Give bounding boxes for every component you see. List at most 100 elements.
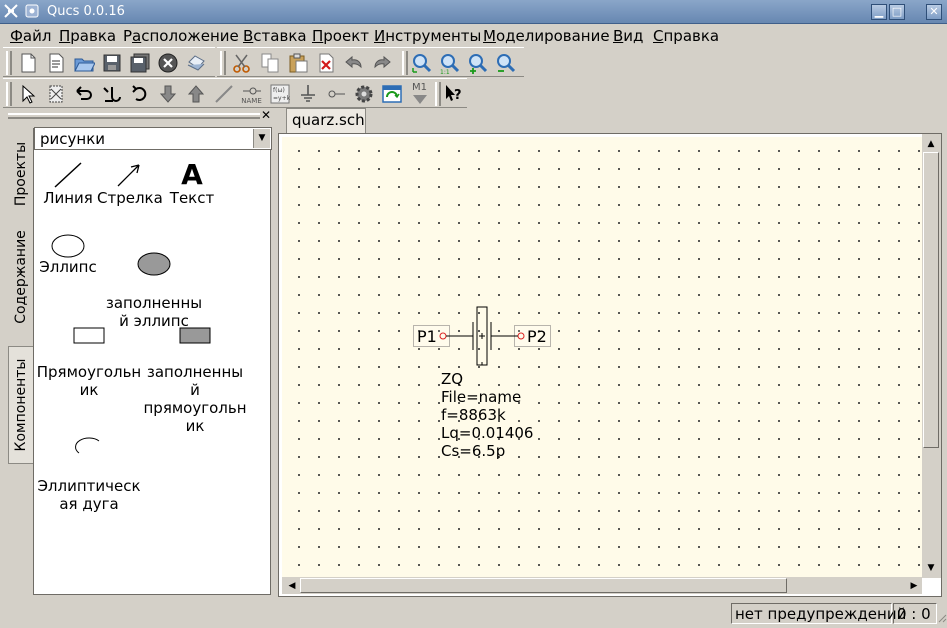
- simulate-icon[interactable]: [351, 82, 376, 106]
- minimize-button[interactable]: ▁: [871, 4, 887, 20]
- component-filled-rectangle[interactable]: заполненны й прямоугольн ик: [142, 307, 248, 453]
- component-line[interactable]: Линия: [38, 161, 98, 207]
- ellipse-icon: [51, 234, 85, 258]
- dock-close-icon[interactable]: ✕: [260, 109, 272, 121]
- component-ellipse[interactable]: Эллипс: [38, 234, 98, 276]
- save-all-icon[interactable]: [127, 51, 152, 75]
- toolbar-grip[interactable]: [220, 51, 226, 75]
- scroll-up-icon[interactable]: ▲: [923, 136, 939, 152]
- rotate-icon[interactable]: [127, 82, 152, 106]
- cursor-position: 0 : 0: [893, 603, 937, 624]
- tab-quarz-sch[interactable]: quarz.sch: [286, 108, 366, 133]
- menu-help[interactable]: Справка: [653, 27, 719, 45]
- new-icon[interactable]: [15, 51, 40, 75]
- window-title: Qucs 0.0.16: [47, 4, 125, 19]
- menu-tools[interactable]: Инструменты: [374, 27, 481, 45]
- ground-icon[interactable]: [295, 82, 320, 106]
- vertical-scroll-thumb[interactable]: [923, 152, 939, 448]
- warnings-status: нет предупреждений: [731, 603, 906, 624]
- open-icon[interactable]: [71, 51, 96, 75]
- edit-toolbar: 1:1: [217, 47, 524, 77]
- component-label: Эллипс: [39, 258, 97, 276]
- toolbar-grip[interactable]: [6, 82, 12, 106]
- move-down-icon[interactable]: [155, 82, 180, 106]
- close-button[interactable]: ✕: [926, 4, 942, 20]
- maximize-button[interactable]: □: [889, 4, 905, 20]
- cut-icon[interactable]: [229, 51, 254, 75]
- component-rectangle[interactable]: Прямоугольн ик: [36, 307, 142, 417]
- component-name[interactable]: ZQ: [441, 370, 463, 388]
- zoom-fit-icon[interactable]: [409, 51, 434, 75]
- port-label: P2: [527, 327, 547, 346]
- paste-icon[interactable]: [285, 51, 310, 75]
- toolbar-grip[interactable]: [402, 51, 408, 75]
- menu-simulation[interactable]: Моделирование: [483, 27, 610, 45]
- close-doc-icon[interactable]: [155, 51, 180, 75]
- zoom-out-icon[interactable]: [493, 51, 518, 75]
- filled-ellipse-icon: [137, 252, 171, 276]
- schematic-canvas[interactable]: [282, 137, 922, 577]
- property-file[interactable]: File=name: [441, 388, 521, 406]
- toolbar-grip[interactable]: [6, 51, 12, 75]
- wire-label-icon[interactable]: NAME: [239, 82, 264, 106]
- vertical-scrollbar[interactable]: ▲ ▼: [922, 134, 941, 578]
- menu-positioning[interactable]: Расположение: [123, 27, 239, 45]
- tab-components[interactable]: Компоненты: [8, 346, 33, 464]
- mirror-icon[interactable]: [43, 82, 68, 106]
- mirror-x-icon[interactable]: [71, 82, 96, 106]
- port-icon[interactable]: [323, 82, 348, 106]
- sticky-icon[interactable]: [24, 3, 40, 20]
- tab-projects[interactable]: Проекты: [8, 131, 33, 216]
- menu-insert[interactable]: Вставка: [243, 27, 307, 45]
- menu-bar: Файл Правка Расположение Вставка Проект …: [0, 25, 947, 47]
- menu-view[interactable]: Вид: [613, 27, 643, 45]
- move-up-icon[interactable]: [183, 82, 208, 106]
- status-bar: нет предупреждений 0 : 0: [0, 601, 947, 628]
- chevron-down-icon[interactable]: ▼: [253, 129, 270, 148]
- print-icon[interactable]: [183, 51, 208, 75]
- category-select[interactable]: рисунки ▼: [34, 127, 272, 150]
- component-text[interactable]: A Текст: [162, 161, 222, 208]
- property-cs[interactable]: Cs=6.5p: [441, 442, 505, 460]
- dock-handle[interactable]: [8, 113, 260, 119]
- property-frequency[interactable]: f=8863k: [441, 406, 506, 424]
- property-lq[interactable]: Lq=0.01406: [441, 424, 533, 442]
- horizontal-scroll-thumb[interactable]: [300, 578, 787, 593]
- scroll-right-icon[interactable]: ▶: [906, 578, 922, 594]
- whats-this-icon[interactable]: ?: [441, 82, 466, 106]
- arrow-icon: [117, 164, 140, 187]
- new-text-icon[interactable]: [43, 51, 68, 75]
- resize-grip-icon[interactable]: [937, 613, 947, 625]
- redo-icon[interactable]: [369, 51, 394, 75]
- delete-icon[interactable]: [313, 51, 338, 75]
- menu-edit[interactable]: Правка: [59, 27, 116, 45]
- equation-icon[interactable]: f(ω) =y+k: [267, 82, 292, 106]
- menu-project[interactable]: Проект: [312, 27, 369, 45]
- work-toolbar: NAME f(ω) =y+k M1 ?: [3, 78, 467, 108]
- select-icon[interactable]: [15, 82, 40, 106]
- component-elliptic-arc[interactable]: Эллиптическ ая дуга: [36, 417, 142, 531]
- zoom-in-icon[interactable]: [465, 51, 490, 75]
- svg-text:=y+k: =y+k: [273, 95, 291, 102]
- mirror-y-icon[interactable]: [99, 82, 124, 106]
- view-data-icon[interactable]: [379, 82, 404, 106]
- save-icon[interactable]: [99, 51, 124, 75]
- wire-icon[interactable]: [211, 82, 236, 106]
- svg-text:f(ω): f(ω): [273, 87, 285, 94]
- copy-icon[interactable]: [257, 51, 282, 75]
- scroll-left-icon[interactable]: ◀: [284, 578, 300, 594]
- marker-icon[interactable]: M1: [407, 82, 432, 106]
- tab-contents[interactable]: Содержание: [8, 221, 33, 333]
- menu-file[interactable]: Файл: [10, 27, 51, 45]
- port-label: P1: [417, 327, 437, 346]
- undo-icon[interactable]: [341, 51, 366, 75]
- title-bar: Qucs 0.0.16 ▁ □ ✕: [0, 0, 947, 24]
- component-arrow[interactable]: Стрелка: [97, 161, 163, 207]
- horizontal-scrollbar[interactable]: ◀ ▶: [282, 577, 922, 594]
- line-icon: [54, 162, 82, 188]
- app-menu-icon[interactable]: [3, 3, 19, 20]
- crystal-symbol[interactable]: [436, 302, 528, 370]
- scroll-down-icon[interactable]: ▼: [923, 560, 939, 576]
- zoom-1to1-icon[interactable]: 1:1: [437, 51, 462, 75]
- component-label: Стрелка: [97, 189, 163, 207]
